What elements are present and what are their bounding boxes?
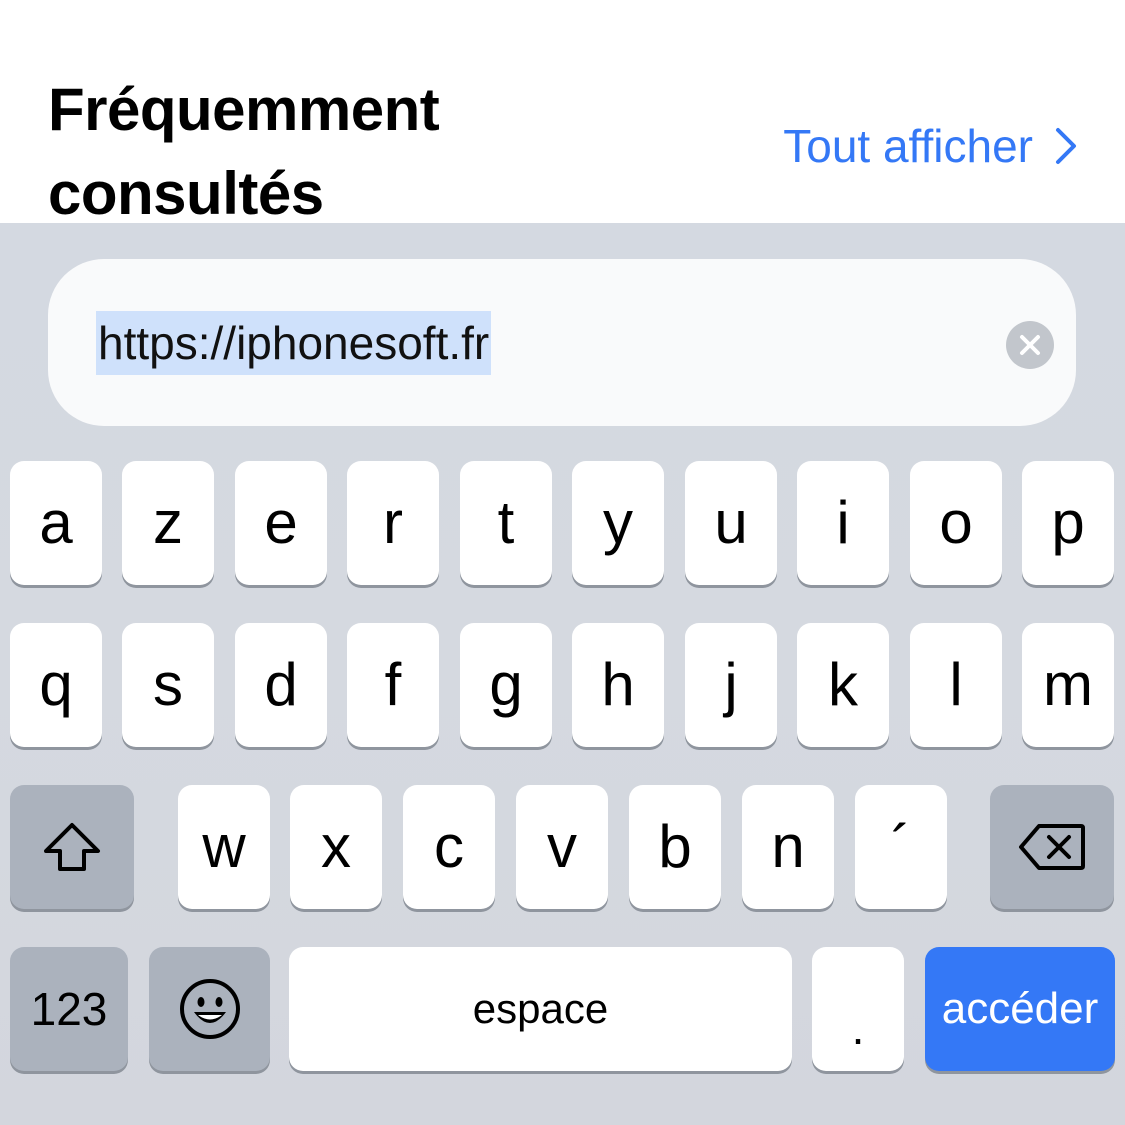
frequently-visited-header: Fréquemment consultés Tout afficher: [0, 0, 1125, 227]
numbers-key-label: 123: [30, 983, 108, 1035]
key-label: k: [828, 651, 858, 718]
key-label: j: [724, 651, 738, 718]
key-label: h: [601, 651, 635, 718]
show-all-link[interactable]: Tout afficher: [783, 116, 1077, 176]
key-label: p: [1051, 489, 1085, 556]
numbers-key[interactable]: 123: [10, 947, 128, 1071]
space-key-label: espace: [472, 985, 609, 1032]
key-h[interactable]: h: [572, 623, 664, 747]
key-v[interactable]: v: [516, 785, 608, 909]
key-label: b: [658, 813, 692, 880]
space-key[interactable]: espace: [289, 947, 792, 1071]
key-i[interactable]: i: [797, 461, 889, 585]
key-f[interactable]: f: [347, 623, 439, 747]
key-label: i: [836, 489, 850, 556]
key-l[interactable]: l: [910, 623, 1002, 747]
key-a[interactable]: a: [10, 461, 102, 585]
key-label: l: [949, 651, 963, 718]
shift-key[interactable]: [10, 785, 134, 909]
close-icon: [1020, 335, 1040, 355]
key-c[interactable]: c: [403, 785, 495, 909]
go-key[interactable]: accéder: [925, 947, 1115, 1071]
key-label: g: [489, 651, 523, 718]
url-input[interactable]: https://iphonesoft.fr: [48, 259, 1076, 426]
key-acute-accent[interactable]: ´: [855, 785, 947, 909]
key-label: u: [714, 489, 748, 556]
key-m[interactable]: m: [1022, 623, 1114, 747]
emoji-key[interactable]: [149, 947, 270, 1071]
key-label: w: [202, 813, 246, 880]
key-u[interactable]: u: [685, 461, 777, 585]
key-label: q: [39, 651, 73, 718]
key-r[interactable]: r: [347, 461, 439, 585]
clear-text-button[interactable]: [1006, 321, 1054, 369]
key-label: n: [771, 813, 805, 880]
key-z[interactable]: z: [122, 461, 214, 585]
key-label: x: [321, 813, 351, 880]
key-q[interactable]: q: [10, 623, 102, 747]
key-label: v: [547, 813, 577, 880]
chevron-right-icon: [1056, 128, 1076, 164]
key-label: d: [264, 651, 298, 718]
key-label: y: [603, 489, 633, 556]
key-d[interactable]: d: [235, 623, 327, 747]
key-b[interactable]: b: [629, 785, 721, 909]
key-y[interactable]: y: [572, 461, 664, 585]
key-j[interactable]: j: [685, 623, 777, 747]
section-title: Fréquemment consultés: [48, 68, 648, 236]
key-label: m: [1043, 651, 1093, 718]
key-label: t: [497, 489, 515, 556]
key-n[interactable]: n: [742, 785, 834, 909]
key-g[interactable]: g: [460, 623, 552, 747]
key-label: s: [153, 651, 183, 718]
key-label: ´: [891, 813, 911, 880]
shift-arrow-icon: [44, 823, 100, 871]
key-label: a: [39, 489, 73, 556]
period-key-label: .: [851, 1002, 865, 1054]
key-w[interactable]: w: [178, 785, 270, 909]
key-label: e: [264, 489, 298, 556]
key-t[interactable]: t: [460, 461, 552, 585]
key-o[interactable]: o: [910, 461, 1002, 585]
delete-key[interactable]: [990, 785, 1114, 909]
key-label: c: [434, 813, 464, 880]
show-all-label: Tout afficher: [783, 120, 1033, 172]
section-title-line1: Fréquemment: [48, 76, 440, 143]
key-label: z: [153, 489, 183, 556]
period-key[interactable]: .: [812, 947, 904, 1071]
emoji-icon: [179, 979, 240, 1039]
backspace-icon: [1019, 824, 1085, 870]
key-label: r: [383, 489, 403, 556]
key-k[interactable]: k: [797, 623, 889, 747]
key-label: f: [384, 651, 402, 718]
url-text-selected: https://iphonesoft.fr: [96, 311, 492, 375]
key-p[interactable]: p: [1022, 461, 1114, 585]
key-s[interactable]: s: [122, 623, 214, 747]
go-key-label: accéder: [941, 984, 1099, 1033]
key-e[interactable]: e: [235, 461, 327, 585]
key-label: o: [939, 489, 973, 556]
key-x[interactable]: x: [290, 785, 382, 909]
